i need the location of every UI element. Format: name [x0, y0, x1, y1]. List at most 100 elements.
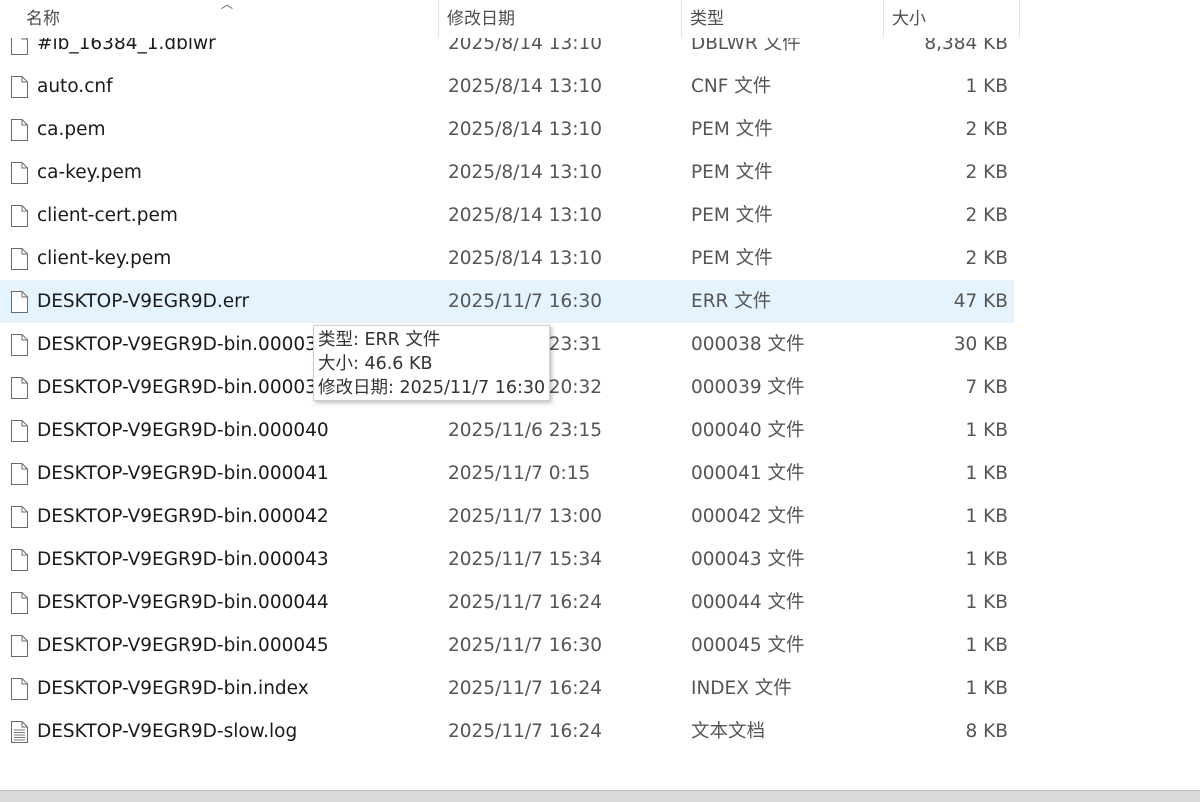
file-row[interactable]: DESKTOP-V9EGR9D-bin.index 2025/11/7 16:24… [0, 667, 1014, 710]
file-type: 000039 文件 [691, 377, 805, 398]
file-icon [11, 162, 28, 184]
file-icon [11, 334, 28, 356]
file-name: DESKTOP-V9EGR9D-bin.000043 [37, 549, 329, 570]
file-icon [11, 119, 28, 141]
file-name: DESKTOP-V9EGR9D-bin.000040 [37, 420, 329, 441]
file-size: 47 KB [953, 291, 1008, 312]
file-name: DESKTOP-V9EGR9D-bin.000042 [37, 506, 329, 527]
file-date-modified: 2025/11/7 0:15 [448, 463, 591, 484]
file-icon [11, 248, 28, 270]
file-row[interactable]: DESKTOP-V9EGR9D-bin.000042 2025/11/7 13:0… [0, 495, 1014, 538]
file-size: 1 KB [965, 420, 1008, 441]
file-size: 2 KB [965, 119, 1008, 140]
file-size: 1 KB [965, 76, 1008, 97]
file-size: 1 KB [965, 549, 1008, 570]
file-name: DESKTOP-V9EGR9D-bin.index [37, 678, 309, 699]
file-name: DESKTOP-V9EGR9D-slow.log [37, 721, 298, 742]
file-date-modified: 2025/8/14 13:10 [448, 248, 603, 269]
file-type: CNF 文件 [691, 76, 772, 97]
file-type: 文本文档 [691, 721, 766, 742]
file-icon [11, 205, 28, 227]
file-icon [11, 76, 28, 98]
tooltip-date: 修改日期: 2025/11/7 16:30 [318, 378, 546, 398]
file-row[interactable]: client-cert.pem 2025/8/14 13:10 PEM 文件 2 KB [0, 194, 1014, 237]
file-row[interactable]: DESKTOP-V9EGR9D-bin.000041 2025/11/7 0:15… [0, 452, 1014, 495]
file-type: 000040 文件 [691, 420, 805, 441]
file-row[interactable]: client-key.pem 2025/8/14 13:10 PEM 文件 2 KB [0, 237, 1014, 280]
file-icon [11, 506, 28, 528]
file-size: 1 KB [965, 506, 1008, 527]
text-document-icon [11, 721, 28, 743]
column-header-size[interactable]: 大小 [884, 0, 1020, 38]
file-size: 2 KB [965, 162, 1008, 183]
file-date-modified: 2025/11/7 16:30 [448, 635, 603, 656]
file-icon [11, 592, 28, 614]
file-type: 000044 文件 [691, 592, 805, 613]
file-type: 000041 文件 [691, 463, 805, 484]
file-date-modified: 2025/11/7 16:30 [448, 291, 603, 312]
file-row[interactable]: DESKTOP-V9EGR9D-bin.000043 2025/11/7 15:3… [0, 538, 1014, 581]
file-size: 2 KB [965, 205, 1008, 226]
file-name: ca-key.pem [37, 162, 142, 183]
file-name: DESKTOP-V9EGR9D-bin.000045 [37, 635, 329, 656]
file-row[interactable]: DESKTOP-V9EGR9D-bin.000045 2025/11/7 16:3… [0, 624, 1014, 667]
file-name: DESKTOP-V9EGR9D.err [37, 291, 250, 312]
file-date-modified: 2025/8/14 13:10 [448, 205, 603, 226]
file-date-modified: 2025/8/14 13:10 [448, 162, 603, 183]
file-icon [11, 291, 28, 313]
file-type: 000045 文件 [691, 635, 805, 656]
file-row[interactable]: ca.pem 2025/8/14 13:10 PEM 文件 2 KB [0, 108, 1014, 151]
file-size: 1 KB [965, 678, 1008, 699]
file-icon [11, 377, 28, 399]
file-date-modified: 2025/11/7 16:24 [448, 678, 603, 699]
file-name: auto.cnf [37, 76, 113, 97]
file-row[interactable]: DESKTOP-V9EGR9D-bin.000040 2025/11/6 23:1… [0, 409, 1014, 452]
file-icon [11, 420, 28, 442]
file-size: 8 KB [965, 721, 1008, 742]
file-info-tooltip: 类型: ERR 文件 大小: 46.6 KB 修改日期: 2025/11/7 1… [313, 325, 550, 401]
file-row[interactable]: DESKTOP-V9EGR9D.err 2025/11/7 16:30 ERR 文件… [0, 280, 1014, 323]
tooltip-size: 大小: 46.6 KB [318, 354, 433, 374]
file-icon [11, 635, 28, 657]
file-type: PEM 文件 [691, 119, 773, 140]
file-type: PEM 文件 [691, 205, 773, 226]
file-date-modified: 2025/8/14 13:10 [448, 119, 603, 140]
file-name: client-key.pem [37, 248, 172, 269]
file-type: 000042 文件 [691, 506, 805, 527]
file-date-modified: 2025/11/7 16:24 [448, 592, 603, 613]
file-type: 000043 文件 [691, 549, 805, 570]
file-type: PEM 文件 [691, 248, 773, 269]
file-name: ca.pem [37, 119, 106, 140]
file-date-modified: 2025/11/7 16:24 [448, 721, 603, 742]
file-name: client-cert.pem [37, 205, 178, 226]
file-date-modified: 2025/11/6 23:15 [448, 420, 603, 441]
column-header-bar: ︿ 名称 修改日期 类型 大小 [0, 0, 1020, 38]
file-date-modified: 2025/8/14 13:10 [448, 76, 603, 97]
file-type: PEM 文件 [691, 162, 773, 183]
column-header-type[interactable]: 类型 [682, 0, 884, 38]
file-row[interactable]: DESKTOP-V9EGR9D-bin.000044 2025/11/7 16:2… [0, 581, 1014, 624]
column-header-name[interactable]: 名称 [18, 0, 439, 38]
file-icon [11, 678, 28, 700]
file-name: DESKTOP-V9EGR9D-bin.000041 [37, 463, 329, 484]
file-size: 30 KB [953, 334, 1008, 355]
file-type: ERR 文件 [691, 291, 772, 312]
file-row[interactable]: ca-key.pem 2025/8/14 13:10 PEM 文件 2 KB [0, 151, 1014, 194]
horizontal-scrollbar[interactable] [0, 790, 1200, 802]
file-size: 1 KB [965, 592, 1008, 613]
file-size: 2 KB [965, 248, 1008, 269]
file-icon [11, 549, 28, 571]
file-size: 7 KB [965, 377, 1008, 398]
file-date-modified: 2025/11/7 13:00 [448, 506, 603, 527]
file-size: 1 KB [965, 635, 1008, 656]
file-type: 000038 文件 [691, 334, 805, 355]
file-type: INDEX 文件 [691, 678, 792, 699]
file-icon [11, 463, 28, 485]
file-row[interactable]: auto.cnf 2025/8/14 13:10 CNF 文件 1 KB [0, 65, 1014, 108]
file-row[interactable]: DESKTOP-V9EGR9D-slow.log 2025/11/7 16:24 文… [0, 710, 1014, 753]
file-name: DESKTOP-V9EGR9D-bin.000044 [37, 592, 329, 613]
tooltip-type: 类型: ERR 文件 [318, 330, 441, 350]
file-size: 1 KB [965, 463, 1008, 484]
file-date-modified: 2025/11/7 15:34 [448, 549, 603, 570]
column-header-date-modified[interactable]: 修改日期 [439, 0, 682, 38]
